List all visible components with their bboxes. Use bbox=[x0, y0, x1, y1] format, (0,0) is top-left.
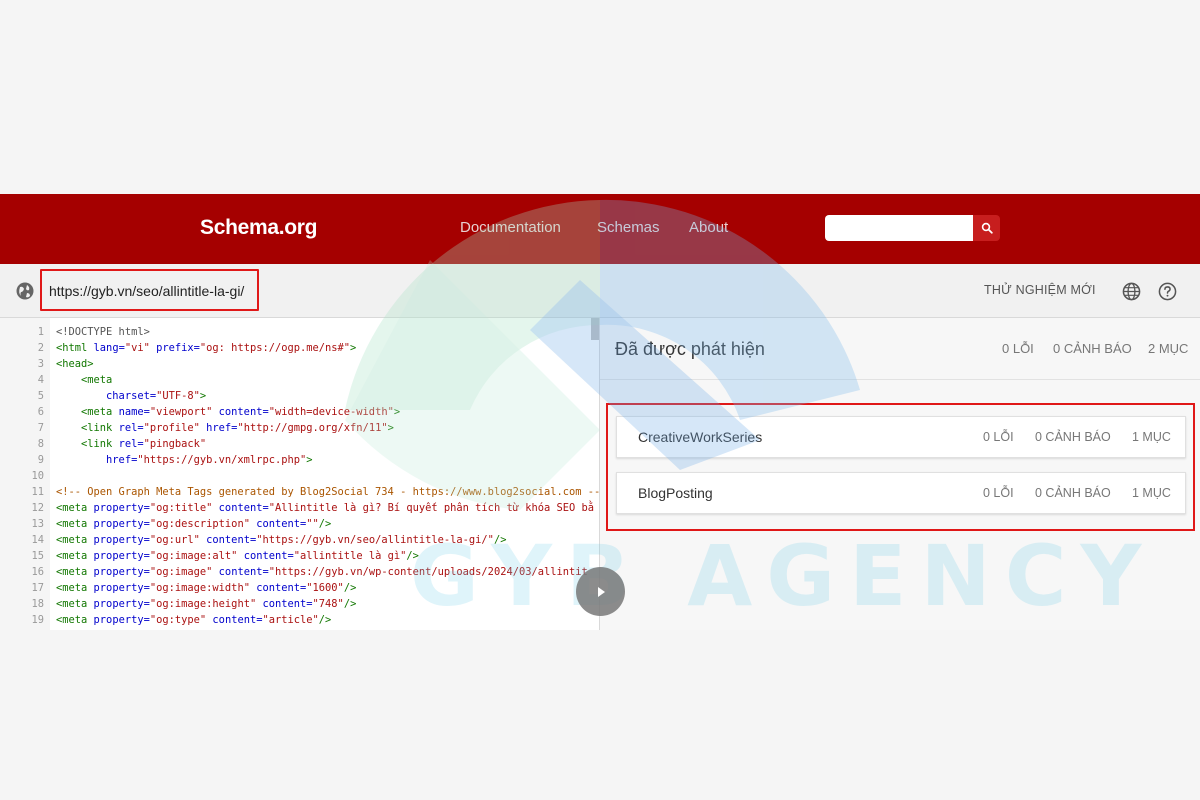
code-line: 13 <meta property="og:description" conten… bbox=[0, 516, 599, 532]
code-line: 14 <meta property="og:url" content="https… bbox=[0, 532, 599, 548]
code-text: charset="UTF-8"> bbox=[56, 390, 207, 402]
line-number: 4 bbox=[37, 374, 44, 386]
line-number: 8 bbox=[37, 438, 44, 450]
code-text: <meta property="og:image:height" content… bbox=[56, 598, 357, 610]
code-line: 2 <html lang="vi" prefix="og: https://ogp… bbox=[0, 340, 599, 356]
code-line: 1 <!DOCTYPE html> bbox=[0, 324, 599, 340]
code-text: <meta property="og:image:alt" content="a… bbox=[56, 550, 419, 562]
nav-about[interactable]: About bbox=[689, 219, 728, 236]
code-line: 11 <!-- Open Graph Meta Tags generated by… bbox=[0, 484, 600, 500]
nav-documentation[interactable]: Documentation bbox=[460, 219, 561, 236]
line-number: 17 bbox=[31, 582, 44, 594]
code-text: <meta property="og:image:width" content=… bbox=[56, 582, 357, 594]
code-text: <!-- Open Graph Meta Tags generated by B… bbox=[56, 486, 600, 498]
code-text: <meta property="og:description" content=… bbox=[56, 518, 332, 530]
code-line: 3 <head> bbox=[0, 356, 599, 372]
line-number: 13 bbox=[31, 518, 44, 530]
site-header: Schema.org Documentation Schemas About bbox=[0, 194, 1200, 264]
line-number: 5 bbox=[37, 390, 44, 402]
code-text: <meta bbox=[56, 374, 113, 386]
code-text: <meta property="og:type" content="articl… bbox=[56, 614, 332, 626]
code-text: <meta property="og:url" content="https:/… bbox=[56, 534, 507, 546]
code-line: 8 <link rel="pingback" bbox=[0, 436, 599, 452]
code-line: 12 <meta property="og:title" content="All… bbox=[0, 500, 599, 516]
code-line: 16 <meta property="og:image" content="htt… bbox=[0, 564, 599, 580]
total-items: 2 MỤC bbox=[1148, 341, 1189, 356]
line-number: 3 bbox=[37, 358, 44, 370]
code-text: href="https://gyb.vn/xmlrpc.php"> bbox=[56, 454, 313, 466]
line-number: 16 bbox=[31, 566, 44, 578]
code-text: <meta property="og:image" content="https… bbox=[56, 566, 588, 578]
code-line: 19 <meta property="og:type" content="arti… bbox=[0, 612, 599, 628]
code-text: <link rel="profile" href="http://gmpg.or… bbox=[56, 422, 394, 434]
code-line: 5 charset="UTF-8"> bbox=[0, 388, 599, 404]
code-text: <meta name="viewport" content="width=dev… bbox=[56, 406, 401, 418]
search-input[interactable] bbox=[825, 215, 973, 241]
code-line: 18 <meta property="og:image:height" conte… bbox=[0, 596, 599, 612]
line-number: 2 bbox=[37, 342, 44, 354]
url-highlight-box bbox=[40, 269, 259, 311]
line-number: 19 bbox=[31, 614, 44, 626]
code-line: 4 <meta bbox=[0, 372, 599, 388]
total-errors: 0 LỖI bbox=[1002, 341, 1034, 356]
code-line: 10 bbox=[0, 468, 599, 484]
scrollbar-thumb[interactable] bbox=[591, 318, 599, 340]
line-number: 14 bbox=[31, 534, 44, 546]
results-highlight-box bbox=[606, 403, 1195, 531]
code-line: 6 <meta name="viewport" content="width=d… bbox=[0, 404, 599, 420]
nav-schemas[interactable]: Schemas bbox=[597, 219, 660, 236]
line-number: 7 bbox=[37, 422, 44, 434]
code-text: <!DOCTYPE html> bbox=[56, 326, 150, 338]
play-icon bbox=[597, 586, 605, 597]
code-text: <head> bbox=[56, 358, 94, 370]
language-icon[interactable] bbox=[1122, 282, 1141, 301]
new-test-button[interactable]: THỬ NGHIỆM MỚI bbox=[984, 283, 1096, 297]
line-number: 12 bbox=[31, 502, 44, 514]
code-editor[interactable]: 1 <!DOCTYPE html> 2 <html lang="vi" prefix=… bbox=[0, 318, 600, 630]
line-number: 11 bbox=[31, 486, 44, 498]
code-line: 15 <meta property="og:image:alt" content=… bbox=[0, 548, 599, 564]
code-line: 17 <meta property="og:image:width" conten… bbox=[0, 580, 599, 596]
code-text: <link rel="pingback" bbox=[56, 438, 207, 450]
code-text: <meta property="og:title" content="Allin… bbox=[56, 502, 595, 514]
line-number: 1 bbox=[37, 326, 44, 338]
line-number: 10 bbox=[31, 470, 44, 482]
line-number: 6 bbox=[37, 406, 44, 418]
line-number: 9 bbox=[37, 454, 44, 466]
code-line: 9 href="https://gyb.vn/xmlrpc.php"> bbox=[0, 452, 599, 468]
line-number: 15 bbox=[31, 550, 44, 562]
search-icon bbox=[981, 222, 993, 234]
detected-title: Đã được phát hiện bbox=[615, 339, 765, 359]
help-icon[interactable] bbox=[1158, 282, 1177, 301]
site-logo[interactable]: Schema.org bbox=[200, 216, 318, 240]
play-button[interactable] bbox=[576, 567, 625, 616]
code-line: 7 <link rel="profile" href="http://gmpg.… bbox=[0, 420, 599, 436]
detected-summary: Đã được phát hiện 0 LỖI 0 CẢNH BÁO 2 MỤC bbox=[600, 318, 1200, 380]
line-number: 18 bbox=[31, 598, 44, 610]
globe-icon bbox=[16, 282, 34, 300]
code-text: <html lang="vi" prefix="og: https://ogp.… bbox=[56, 342, 357, 354]
search-button[interactable] bbox=[973, 215, 1000, 241]
total-warnings: 0 CẢNH BÁO bbox=[1053, 341, 1132, 356]
